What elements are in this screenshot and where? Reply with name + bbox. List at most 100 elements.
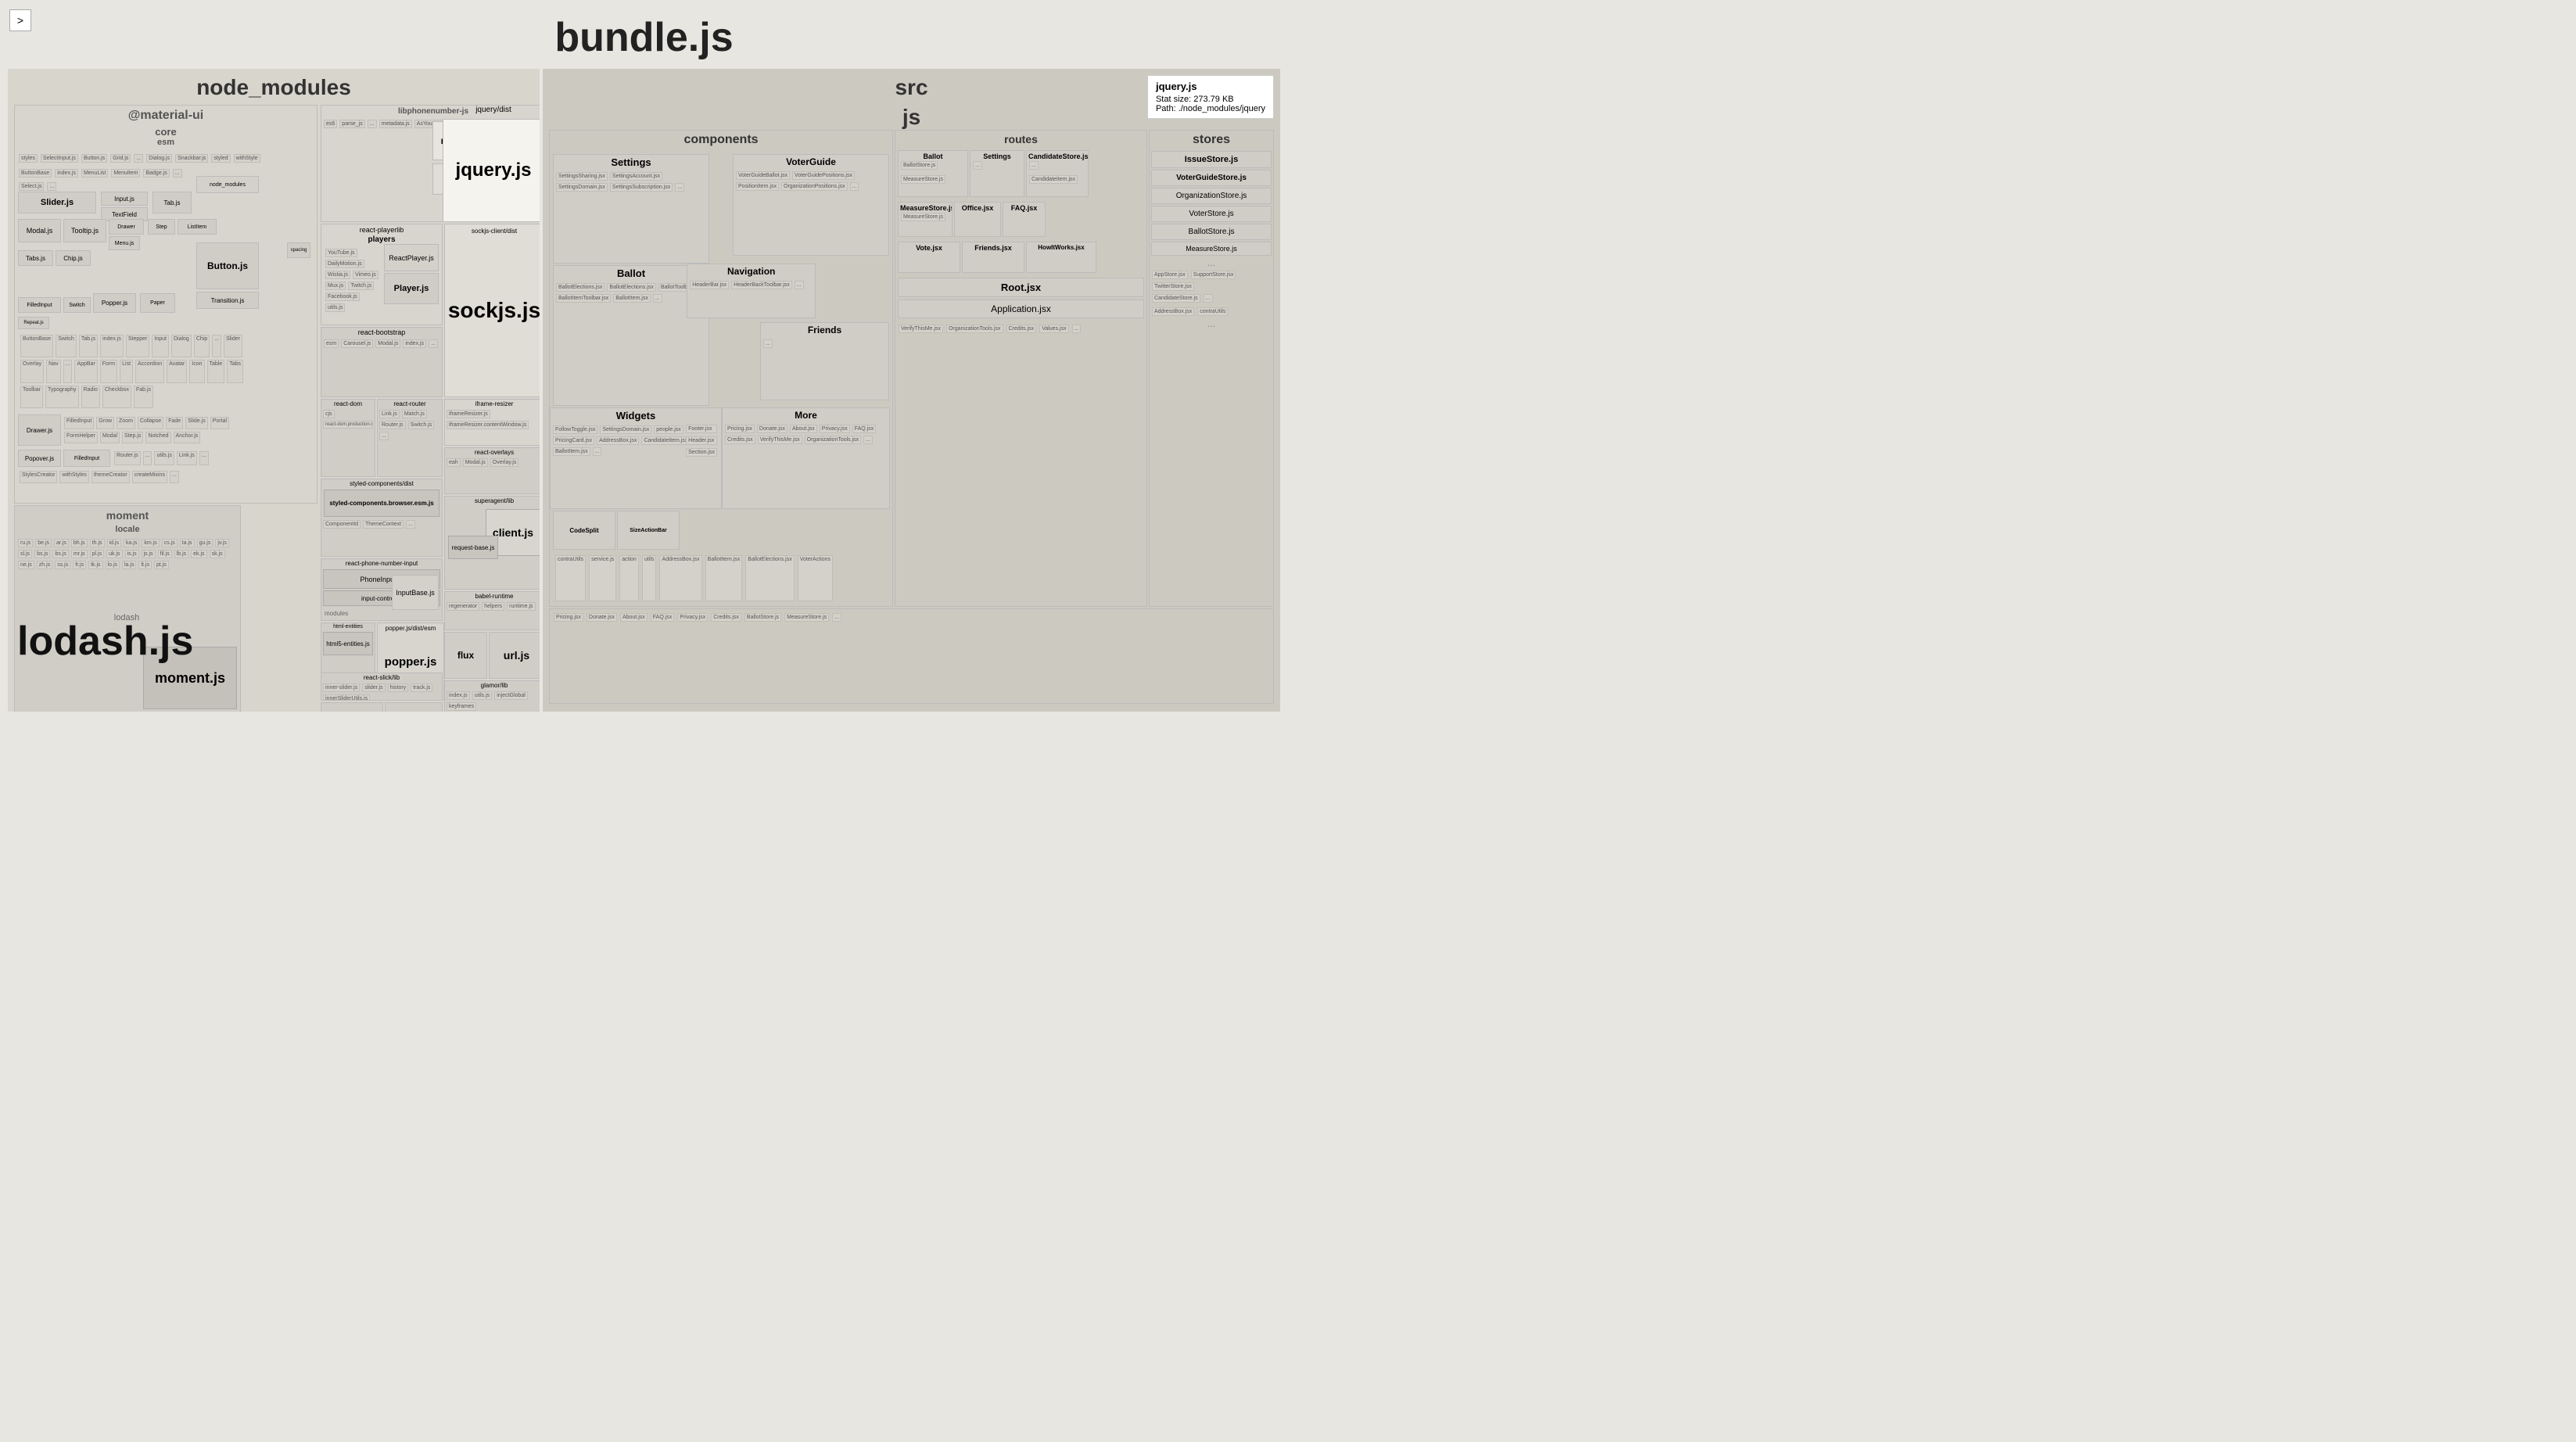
ballot-routes[interactable]: Ballot BallotStore.js MeasureStore.js bbox=[898, 150, 968, 197]
input-block[interactable]: Input.js bbox=[101, 192, 148, 206]
navigation-block[interactable]: Navigation HeaderBar.jsx HeaderBackToolb… bbox=[687, 264, 816, 318]
reactslick-panel[interactable]: react-slick/lib inner-slider.js slider.j… bbox=[321, 673, 443, 701]
paper-block[interactable]: Paper bbox=[140, 293, 175, 313]
glamor-panel[interactable]: glamor/lib index.js utils.js injectGloba… bbox=[444, 680, 540, 712]
settings-routes[interactable]: Settings ... bbox=[970, 150, 1024, 197]
modaljs-block[interactable]: Modal.js bbox=[18, 219, 61, 242]
cell-mux: Mux.js bbox=[325, 282, 346, 290]
styledcomp-panel[interactable]: styled-components/dist styled-components… bbox=[321, 479, 443, 557]
jssesm-panel[interactable]: jss/dist jss.esm.js bbox=[321, 702, 383, 712]
switch-block[interactable]: Switch bbox=[63, 297, 91, 313]
filledinput-block[interactable]: FilledInput bbox=[18, 297, 61, 313]
popover-block[interactable]: Popover.js bbox=[18, 450, 61, 467]
step-block[interactable]: Step bbox=[148, 219, 175, 235]
reactdom-panel[interactable]: react-dom cjs react-dom.production.min.j… bbox=[321, 399, 375, 477]
url-panel[interactable]: url.js bbox=[489, 632, 540, 679]
office-route[interactable]: Office.jsx bbox=[954, 202, 1001, 237]
cell-dots-nav: ... bbox=[795, 281, 804, 289]
transition-block[interactable]: Transition.js bbox=[196, 292, 259, 309]
cell-zh: zh.js bbox=[37, 561, 52, 569]
measurestore-block[interactable]: MeasureStore.js bbox=[1151, 242, 1272, 256]
reactslick-title: react-slick/lib bbox=[321, 673, 442, 682]
cell-header2: Header.jsx bbox=[686, 436, 717, 445]
reactphone-panel[interactable]: react-phone-number-input PhoneInput.js i… bbox=[321, 558, 443, 621]
cell-growth: Grow bbox=[96, 417, 114, 429]
more-block[interactable]: More Pricing.jsx Donate.jsx About.jsx Pr… bbox=[722, 407, 890, 509]
vote-route[interactable]: Vote.jsx bbox=[898, 242, 960, 273]
sockjs-panel[interactable]: sockjs-client/dist sockjs.js bbox=[444, 224, 540, 397]
reactbootstrap-panel[interactable]: react-bootstrap esm Carousel.js Modal.js… bbox=[321, 327, 443, 397]
flux-panel[interactable]: flux bbox=[444, 632, 487, 679]
inputbase-block[interactable]: InputBase.js bbox=[392, 575, 439, 610]
applicationjsx-block[interactable]: Application.jsx bbox=[898, 300, 1144, 318]
measure-route[interactable]: MeasureStore.js MeasureStore.js bbox=[898, 202, 953, 237]
howworks-route[interactable]: HowItWorks.jsx bbox=[1026, 242, 1096, 273]
routes-title: routes bbox=[895, 131, 1146, 148]
popper-inner[interactable]: Popper.js bbox=[93, 293, 136, 313]
cell-mr: mr.js bbox=[71, 550, 88, 558]
player-block[interactable]: Player.js bbox=[384, 273, 439, 304]
drawer-large[interactable]: Drawer.js bbox=[18, 414, 61, 446]
html5entities-block[interactable]: html5-entities.js bbox=[323, 632, 373, 655]
cell-aboutrow: About.jsx bbox=[620, 613, 648, 622]
indexjs-panel[interactable]: index.js bbox=[385, 702, 443, 712]
slider-block[interactable]: Slider.js bbox=[18, 192, 96, 213]
reactplayer-block[interactable]: ReactPlayer.js bbox=[384, 244, 439, 271]
requestbase-block[interactable]: request-base.js bbox=[448, 536, 498, 559]
candidate-routes[interactable]: CandidateStore.js ... CandidateItem.jsx bbox=[1026, 150, 1089, 197]
cell-metadata2: metadata.js bbox=[379, 120, 412, 128]
codesplit-block[interactable]: CodeSplit bbox=[553, 511, 615, 550]
faq-route[interactable]: FAQ.jsx bbox=[1003, 202, 1046, 237]
rootjsx-block[interactable]: Root.jsx bbox=[898, 278, 1144, 297]
ballotstore-block[interactable]: BallotStore.js bbox=[1151, 224, 1272, 240]
expand-button[interactable]: > bbox=[9, 9, 31, 31]
voterguide-block[interactable]: VoterGuide VoterGuideBallot.jsx VoterGui… bbox=[733, 154, 889, 256]
reactplayerlib-panel[interactable]: react-playerlib players ReactPlayer.js P… bbox=[321, 224, 443, 325]
routes-panel[interactable]: routes Ballot BallotStore.js MeasureStor… bbox=[895, 130, 1147, 607]
cell-more1: Router.js bbox=[114, 451, 141, 465]
ballot-label: Ballot bbox=[554, 266, 709, 281]
ballot-block[interactable]: Ballot BallotElections.jsx BallotElectio… bbox=[553, 265, 709, 406]
reactoverlays-panel[interactable]: react-overlays eah Modal.js Overlay.js bbox=[444, 447, 540, 494]
cell-glamor2: utils.js bbox=[472, 691, 492, 700]
voterguidestore-block[interactable]: VoterGuideStore.js bbox=[1151, 170, 1272, 186]
buttonjs-large[interactable]: Button.js bbox=[196, 242, 259, 289]
components-panel[interactable]: components Settings SettingsSharing.jsx … bbox=[549, 130, 893, 607]
material-ui-block[interactable]: @material-ui core esm styles SelectInput… bbox=[14, 105, 318, 504]
babelruntime-panel[interactable]: babel-runtime regenerator helpers runtim… bbox=[444, 591, 540, 630]
cell-la: la.js bbox=[122, 561, 136, 569]
jqueryjs-block[interactable]: jquery.js bbox=[443, 119, 540, 222]
cell-overlay3: Overlay.js bbox=[490, 458, 519, 467]
cell-action: action bbox=[619, 555, 639, 601]
voterstore-block[interactable]: VoterStore.js bbox=[1151, 206, 1272, 222]
cell-pricingrow: Pricing.jsx bbox=[554, 613, 583, 622]
more-row[interactable]: Pricing.jsx Donate.jsx About.jsx FAQ.jsx… bbox=[549, 608, 1274, 704]
friends-route[interactable]: Friends.jsx bbox=[962, 242, 1024, 273]
cell-voteractions: VoterActions bbox=[798, 555, 833, 601]
sizeactionbar-block[interactable]: SizeActionBar bbox=[617, 511, 680, 550]
superagent-panel[interactable]: superagent/lib client.js request-base.js bbox=[444, 496, 540, 590]
listitem-block[interactable]: ListItem bbox=[178, 219, 217, 235]
friends-block[interactable]: Friends ... bbox=[760, 322, 889, 400]
widgets-block[interactable]: Widgets FollowToggle.jsx SettingsDomain.… bbox=[550, 407, 722, 509]
styledcompbrowser-block[interactable]: styled-components.browser.esm.js bbox=[324, 490, 439, 517]
cell-reactdomprod: react-dom.production.min.js bbox=[323, 421, 373, 429]
reactrouter-panel[interactable]: react-router Link.js Match.js Router.js … bbox=[377, 399, 443, 477]
moment-panel[interactable]: moment locale ru.js be.js ar.js bh.js th… bbox=[14, 505, 241, 712]
menu-block[interactable]: Menu.js bbox=[109, 236, 140, 250]
filledinput2-block[interactable]: FilledInput bbox=[63, 450, 110, 467]
issuestore-block[interactable]: IssueStore.js bbox=[1151, 151, 1272, 168]
orgstore-block[interactable]: OrganizationStore.js bbox=[1151, 188, 1272, 204]
node-modules-title: node_modules bbox=[14, 75, 533, 100]
tab-block[interactable]: Tab.js bbox=[152, 192, 192, 213]
chipjs-block[interactable]: Chip.js bbox=[56, 250, 91, 266]
tabsjs-block[interactable]: Tabs.js bbox=[18, 250, 53, 266]
cell-glamor4: keyframes bbox=[447, 702, 476, 711]
stores-panel[interactable]: stores IssueStore.js VoterGuideStore.js … bbox=[1149, 130, 1274, 607]
esm-label: esm bbox=[15, 138, 317, 147]
cell-dots2: ... bbox=[173, 169, 182, 178]
drawer-block[interactable]: Drawer bbox=[109, 219, 144, 235]
iframeresizer-panel[interactable]: iframe-resizer iframeResizer.js iframeRe… bbox=[444, 399, 540, 446]
settings-block[interactable]: Settings SettingsSharing.jsx SettingsAcc… bbox=[553, 154, 709, 264]
tooltip-block[interactable]: Tooltip.js bbox=[63, 219, 106, 242]
